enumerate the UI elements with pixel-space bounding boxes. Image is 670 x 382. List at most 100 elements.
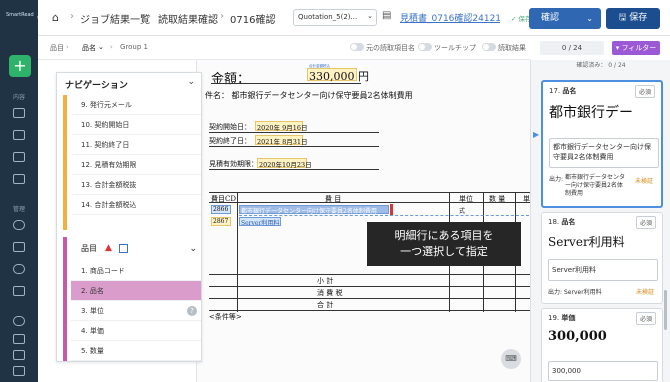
path-separator: › [110,43,113,51]
filter-button[interactable]: ▾ フィルター [612,41,660,55]
document-select[interactable]: Quotation_5(2)... ⌄ [293,9,377,26]
card-17-input-value: 都市銀行データセンター向け保守要員2名体制費用 [553,143,651,161]
confirm-button[interactable]: 確認 ⌄ [529,8,601,29]
account-icon[interactable] [13,350,25,360]
required-badge: 必須 [635,312,656,325]
note-icon[interactable] [13,174,25,184]
required-badge: 必須 [634,85,655,98]
nav-item-quote-valid[interactable]: 12. 見積有効期限 [71,155,201,175]
chevron-down-icon[interactable]: ⌄ [189,237,197,261]
result-toggle[interactable] [482,43,496,51]
app-logo[interactable]: SmartRead [6,6,34,24]
conditions-label: <条件等> [209,313,242,321]
document-viewer[interactable]: 金額： 合計金額税込 330,000 円 件名： 都市銀行データセンター向け保守… [196,60,530,382]
breadcrumb-separator: › [70,11,74,22]
scrollbar[interactable] [664,290,667,330]
original-name-label: 元の読取項目名 [366,44,415,52]
document-select-value: Quotation_5(2)... [298,13,358,21]
nav-item-unit[interactable]: 3. 単位? [71,301,201,321]
nav-item-unit-price[interactable]: 4. 単価 [71,321,201,341]
group-items-header[interactable]: 品目 ▲ ⌄ [71,237,201,261]
help-icon[interactable] [13,316,25,326]
instruction-overlay: 明細行にある項目を 一つ選択して指定 [367,222,521,266]
nav-item-unit-label: 3. 単位 [81,307,104,315]
nav-item-contract-end[interactable]: 11. 契約終了日 [71,135,201,155]
col-qty: 数 量 [489,195,506,203]
chart-icon[interactable] [13,264,25,274]
card-19-num: 19. [548,314,560,322]
field-group-header: 9. 発行元メール 10. 契約開始日 11. 契約終了日 12. 見積有効期限… [63,95,201,230]
table-top-line [209,192,530,193]
tooltip-toggle[interactable] [418,43,432,51]
nav-item-product-code[interactable]: 1. 商品コード [71,261,201,281]
field-card-18[interactable]: 18. 品名 必須 Server利用料 Server利用料 出力: Server… [541,212,663,304]
nav-item-issuer-mail[interactable]: 9. 発行元メール [71,95,201,115]
card-18-title: 品名 [561,218,576,226]
card-17-output-label: 出力: [549,176,564,183]
card-18-status: 未検証 [635,289,654,296]
new-job-button[interactable]: + [9,55,31,77]
document-icon[interactable] [13,152,25,162]
keyboard-icon[interactable] [13,334,25,344]
underline [209,132,379,133]
table-divider [237,192,238,312]
row1-code: 2866 [213,206,229,213]
card-17-input[interactable]: 都市銀行データセンター向け保守要員2名体制費用 [549,138,659,168]
users-icon[interactable] [13,220,25,230]
warning-icon: ▲ [105,243,112,253]
card-18-input[interactable]: Server利用料 [548,259,658,281]
card-18-header: 18. 品名 [548,217,575,227]
card-19-header: 19. 単価 [548,313,575,323]
save-label: 保存 [629,13,648,23]
card-17-status: 未検証 [634,178,653,185]
start-date: 2020年 9月16日 [257,124,308,132]
sub-toolbar: 品目 › 品名 ⌄ › Group 1 元の読取項目名 ツールチップ 読取結果 [38,36,530,60]
breadcrumb-separator: › [147,11,151,22]
card-19-input[interactable]: 300,000 [548,361,658,381]
id-card-icon[interactable] [13,242,25,252]
file-link[interactable]: 見積書_0716確認241210 [400,11,500,24]
tax-line [209,286,530,287]
rail-section-content: 内容 [12,94,25,101]
form-icon[interactable] [13,286,25,296]
nav-item-total-ex-tax[interactable]: 13. 合計金額税抜 [71,175,201,195]
card-17-image: 都市銀行デー [549,105,633,121]
chevron-down-icon[interactable]: ⌄ [98,43,104,51]
col-unit: 単位 [459,195,473,203]
original-name-toggle[interactable] [350,43,364,51]
save-button[interactable]: 🖫 保存 [606,8,660,29]
instruction-text: 明細行にある項目を 一つ選択して指定 [394,229,494,258]
card-18-output: Server利用料 [564,289,602,296]
nav-item-product-name[interactable]: 2. 品名 [71,281,201,301]
breadcrumb-job-list[interactable]: ジョブ結果一覧 [80,11,150,26]
panel-collapse-icon[interactable]: ▶ [533,130,539,139]
path-group: Group 1 [120,43,148,51]
required-badge: 必須 [635,216,656,229]
card-18-output-label: 出力: [548,289,563,296]
valid-date: 2020年10月23日 [259,161,312,169]
field-card-17[interactable]: 17. 品名 必須 都市銀行デー 都市銀行データセンター向け保守要員2名体制費用… [541,80,663,208]
settings-list-icon[interactable] [13,130,25,140]
nav-item-total-in-tax[interactable]: 14. 合計金額税込 [71,195,201,215]
keyboard-shortcut-icon[interactable]: ⌨ [501,349,521,369]
verified-count: 確認済み： 0 / 24 [576,62,626,69]
total-line [209,298,530,299]
file-icon: ▤ [382,10,392,21]
field-card-19[interactable]: 19. 単価 必須 300,000 300,000 [541,308,663,382]
nav-item-quantity[interactable]: 5. 数量 [71,341,201,361]
card-19-title: 単価 [561,314,576,322]
col-item: 費 目 [325,195,342,203]
filter-label: フィルター [621,44,657,52]
list-icon[interactable] [13,108,25,118]
nav-item-contract-start[interactable]: 10. 契約開始日 [71,115,201,135]
path-item[interactable]: 品目 [50,43,64,53]
card-17-title: 品名 [562,87,577,95]
path-name[interactable]: 品名 [82,43,96,53]
home-icon[interactable]: ⌂ [52,11,59,24]
end-label: 契約終了日： [209,137,251,145]
logout-icon[interactable] [13,366,25,376]
help-icon[interactable]: ? [187,306,197,316]
breadcrumb-result-confirm[interactable]: 読取結果確認 [158,11,218,26]
chevron-down-icon[interactable]: ⌄ [187,77,195,87]
table-icon[interactable] [119,244,128,253]
